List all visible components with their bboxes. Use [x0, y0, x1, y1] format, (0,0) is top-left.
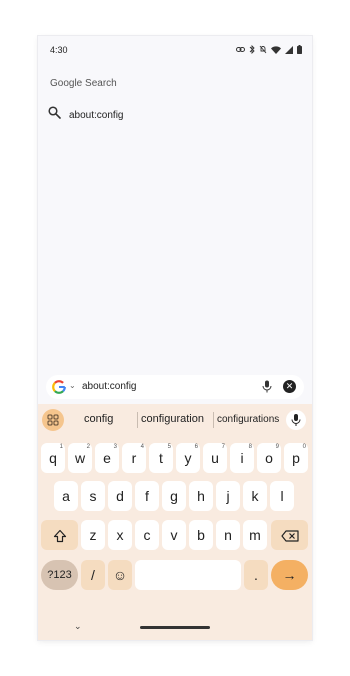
emoji-key[interactable]: ☺ [108, 560, 132, 590]
key-s[interactable]: s [81, 481, 105, 511]
space-key[interactable] [135, 560, 241, 590]
status-time: 4:30 [50, 45, 68, 55]
bluetooth-icon [249, 44, 255, 56]
suggestion-divider [137, 412, 138, 428]
key-m[interactable]: m [243, 520, 267, 550]
word-suggestion-3[interactable]: configurations [217, 414, 279, 425]
search-icon [48, 106, 61, 124]
key-u[interactable]: u7 [203, 443, 227, 473]
key-o[interactable]: o9 [257, 443, 281, 473]
key-f[interactable]: f [135, 481, 159, 511]
key-d[interactable]: d [108, 481, 132, 511]
symbols-key[interactable]: ?123 [41, 560, 78, 590]
key-z[interactable]: z [81, 520, 105, 550]
backspace-icon [280, 527, 299, 543]
key-t[interactable]: t5 [149, 443, 173, 473]
key-w[interactable]: w2 [68, 443, 92, 473]
key-label: p [292, 450, 300, 466]
key-label: y [184, 450, 192, 466]
key-hint: 9 [275, 444, 279, 450]
key-label: u [211, 450, 219, 466]
key-h[interactable]: h [189, 481, 213, 511]
section-title: Google Search [50, 78, 117, 89]
key-n[interactable]: n [216, 520, 240, 550]
wifi-icon [271, 45, 281, 56]
word-suggestion-1[interactable]: config [84, 413, 113, 425]
voice-search-mic-icon[interactable] [262, 380, 272, 398]
emoji-icon: ☺ [112, 567, 128, 583]
word-suggestion-2[interactable]: configuration [141, 413, 204, 425]
key-g[interactable]: g [162, 481, 186, 511]
signal-icon [285, 45, 293, 56]
key-label: t [159, 450, 163, 466]
key-hint: 4 [140, 444, 144, 450]
key-hint: 3 [113, 444, 117, 450]
key-x[interactable]: x [108, 520, 132, 550]
bell-off-icon [259, 45, 267, 56]
key-i[interactable]: i8 [230, 443, 254, 473]
key-l[interactable]: l [270, 481, 294, 511]
enter-key[interactable]: → [271, 560, 308, 590]
key-p[interactable]: p0 [284, 443, 308, 473]
navigation-bar: ⌄ [38, 616, 312, 640]
period-key[interactable]: . [244, 560, 268, 590]
status-bar: 4:30 [38, 36, 312, 64]
key-hint: 6 [194, 444, 198, 450]
phone-screen: 4:30 Google Search a bout:config ⌄ about:… [38, 36, 312, 640]
suggestion-text: about:config [69, 109, 124, 121]
search-suggestion[interactable]: about:config [48, 106, 124, 124]
suggestion-divider [213, 412, 214, 428]
key-c[interactable]: c [135, 520, 159, 550]
key-label: r [131, 450, 137, 466]
key-label: o [265, 450, 273, 466]
battery-icon [297, 45, 302, 56]
keyboard: config configuration configurations q1 w… [38, 404, 312, 640]
key-hint: 1 [59, 444, 63, 450]
key-k[interactable]: k [243, 481, 267, 511]
key-hint: 7 [221, 444, 225, 450]
clear-icon[interactable]: ✕ [283, 380, 296, 393]
slash-key[interactable]: / [81, 560, 105, 590]
key-j[interactable]: j [216, 481, 240, 511]
key-hint: 5 [167, 444, 171, 450]
key-q[interactable]: q1 [41, 443, 65, 473]
backspace-key[interactable] [271, 520, 308, 550]
key-label: i [240, 450, 244, 466]
key-hint: 8 [248, 444, 252, 450]
key-hint: 2 [86, 444, 90, 450]
search-input[interactable]: about:config [82, 381, 137, 392]
link-icon [236, 46, 245, 55]
home-gesture-pill[interactable] [140, 626, 210, 629]
key-hint: 0 [302, 444, 306, 450]
keyboard-suggestion-row: config configuration configurations [38, 404, 312, 436]
hide-keyboard-icon[interactable]: ⌄ [74, 621, 82, 632]
shift-icon [53, 527, 67, 543]
key-r[interactable]: r4 [122, 443, 146, 473]
arrow-right-icon: → [282, 567, 297, 583]
key-y[interactable]: y6 [176, 443, 200, 473]
key-b[interactable]: b [189, 520, 213, 550]
keyboard-apps-button[interactable] [42, 409, 64, 431]
key-v[interactable]: v [162, 520, 186, 550]
key-e[interactable]: e3 [95, 443, 119, 473]
shift-key[interactable] [41, 520, 78, 550]
key-label: w [74, 450, 86, 466]
status-icons [236, 44, 302, 56]
keyboard-mic-icon[interactable] [286, 410, 306, 430]
key-label: e [103, 450, 111, 466]
key-label: q [49, 450, 57, 466]
search-bar[interactable]: ⌄ about:config ✕ [46, 375, 304, 399]
chevron-down-icon[interactable]: ⌄ [69, 381, 76, 390]
key-a[interactable]: a [54, 481, 78, 511]
google-logo-icon[interactable] [52, 380, 66, 394]
